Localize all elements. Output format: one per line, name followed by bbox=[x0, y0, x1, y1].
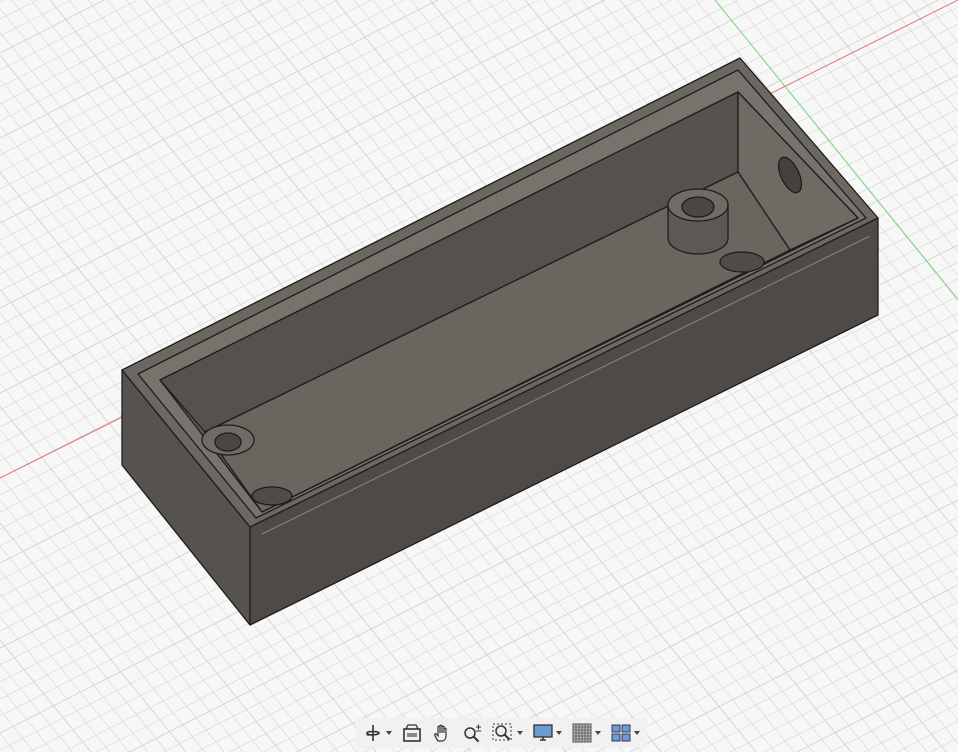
pan-button[interactable] bbox=[429, 720, 455, 746]
look-at-button[interactable] bbox=[399, 720, 425, 746]
zoom-button[interactable] bbox=[459, 720, 485, 746]
screw-boss-front-left bbox=[251, 486, 293, 506]
chevron-down-icon[interactable] bbox=[556, 731, 562, 735]
display-settings-icon bbox=[533, 724, 553, 741]
screw-boss-back-right bbox=[667, 188, 729, 255]
viewports-button[interactable] bbox=[608, 720, 643, 746]
navigation-toolbar bbox=[356, 718, 647, 748]
fit-window-button[interactable] bbox=[489, 720, 526, 746]
orbit-button[interactable] bbox=[360, 720, 395, 746]
grid-snaps-button[interactable] bbox=[569, 720, 604, 746]
grid-snaps-icon bbox=[572, 723, 592, 743]
viewports-icon bbox=[611, 724, 631, 742]
display-settings-button[interactable] bbox=[530, 720, 565, 746]
screw-boss-back-left bbox=[201, 424, 255, 456]
orbit-icon bbox=[366, 725, 380, 741]
zoom-icon bbox=[464, 724, 481, 743]
look-at-icon bbox=[403, 724, 421, 742]
chevron-down-icon[interactable] bbox=[595, 731, 601, 735]
screw-boss-front-right bbox=[719, 251, 765, 273]
chevron-down-icon[interactable] bbox=[386, 731, 392, 735]
pan-hand-icon bbox=[434, 724, 447, 742]
chevron-down-icon[interactable] bbox=[634, 731, 640, 735]
3d-viewport-canvas[interactable] bbox=[0, 0, 958, 752]
fit-window-icon bbox=[492, 723, 512, 741]
chevron-down-icon[interactable] bbox=[517, 731, 523, 735]
